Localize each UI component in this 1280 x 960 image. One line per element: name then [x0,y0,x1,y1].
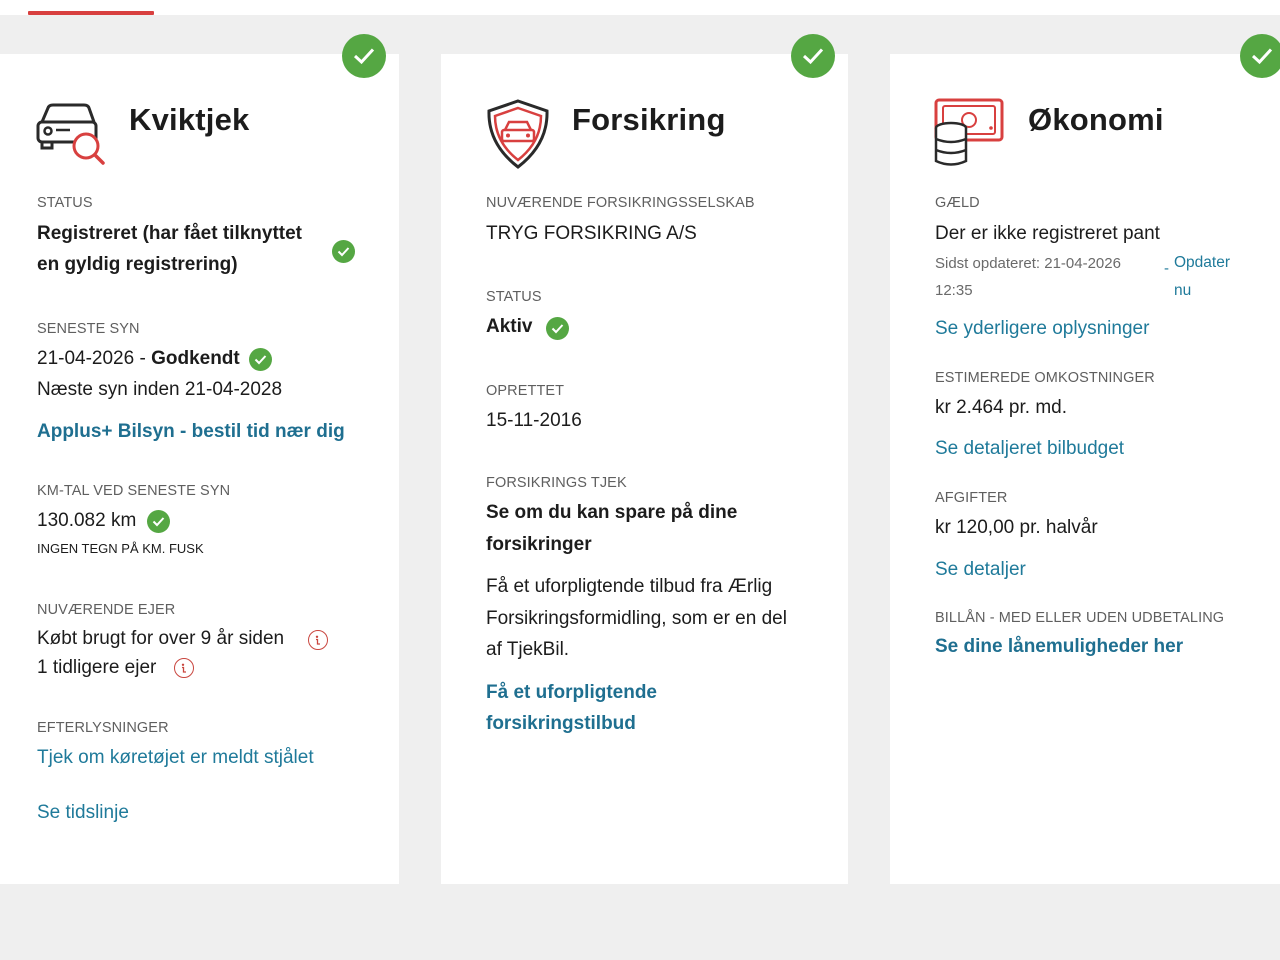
kviktjek-card: Kviktjek STATUS Registreret (har fået ti… [0,54,399,884]
km-label: KM-TAL VED SENESTE SYN [37,483,231,499]
km-value: 130.082 km [37,510,137,531]
last-updated-line1: Sidst opdateret: 21-04-2026 [935,255,1121,272]
insurance-check-title-line2: forsikringer [486,534,592,555]
card-complete-check-icon [791,34,835,78]
inspection-date: 21-04-2026 - [37,348,152,369]
money-coins-icon [934,98,1004,166]
more-info-link[interactable]: Se yderligere oplysninger [935,318,1149,340]
update-separator: - [1164,260,1169,277]
card-title: Forsikring [572,102,726,137]
shield-car-icon [487,99,549,169]
debt-label: GÆLD [935,195,980,211]
info-icon[interactable] [308,630,328,650]
check-icon [147,510,170,533]
card-title: Økonomi [1028,102,1164,137]
offer-text-line2: Forsikringsformidling, som er en del [486,608,787,629]
insurance-check-title-line1: Se om du kan spare på dine [486,502,738,523]
top-nav-bar [0,0,1280,15]
insurance-check-label: FORSIKRINGS TJEK [486,475,627,491]
active-tab-indicator [28,11,154,15]
info-icon[interactable] [174,658,194,678]
applus-booking-link[interactable]: Applus+ Bilsyn - bestil tid nær dig [37,421,345,443]
loan-options-link[interactable]: Se dine lånemuligheder her [935,636,1183,658]
forsikring-card: Forsikring NUVÆRENDE FORSIKRINGSSELSKAB … [441,54,848,884]
fees-value: kr 120,00 pr. halvår [935,517,1098,538]
last-updated-line2: 12:35 [935,282,973,299]
status-value-line2: en gyldig registrering) [37,254,238,275]
company-label: NUVÆRENDE FORSIKRINGSSELSKAB [486,195,755,211]
inspection-result: Godkendt [151,348,240,369]
check-icon [546,317,569,340]
card-complete-check-icon [342,34,386,78]
offer-text-line1: Få et uforpligtende tilbud fra Ærlig [486,576,773,597]
check-icon [249,348,272,371]
next-inspection: Næste syn inden 21-04-2028 [37,379,283,400]
fees-details-link[interactable]: Se detaljer [935,559,1026,581]
card-title: Kviktjek [129,102,250,137]
update-now-link-line2[interactable]: nu [1174,282,1191,300]
stolen-check-link[interactable]: Tjek om køretøjet er meldt stjålet [37,747,314,769]
car-budget-link[interactable]: Se detaljeret bilbudget [935,438,1124,460]
created-label: OPRETTET [486,383,565,399]
okonomi-card: Økonomi GÆLD Der er ikke registreret pan… [890,54,1280,884]
status-label: STATUS [486,289,542,305]
company-value: TRYG FORSIKRING A/S [486,223,697,244]
card-complete-check-icon [1240,34,1280,78]
status-value-line1: Registreret (har fået tilknyttet [37,223,303,244]
status-value: Aktiv [486,316,533,337]
created-value: 15-11-2016 [486,410,582,431]
inspection-label: SENESTE SYN [37,321,140,337]
owner-label: NUVÆRENDE EJER [37,602,176,618]
insurance-offer-link-line2[interactable]: forsikringstilbud [486,713,636,735]
insurance-offer-link-line1[interactable]: Få et uforpligtende [486,682,657,704]
update-now-link-line1[interactable]: Opdater [1174,254,1230,272]
costs-label: ESTIMEREDE OMKOSTNINGER [935,370,1155,386]
inspection-value: 21-04-2026 - Godkendt [37,348,240,370]
debt-value: Der er ikke registreret pant [935,223,1160,244]
km-note: INGEN TEGN PÅ KM. FUSK [37,541,204,556]
owner-bought: Købt brugt for over 9 år siden [37,628,285,649]
wanted-label: EFTERLYSNINGER [37,720,169,736]
fees-label: AFGIFTER [935,490,1008,506]
costs-value: kr 2.464 pr. md. [935,397,1068,418]
status-label: STATUS [37,195,93,211]
owner-previous: 1 tidligere ejer [37,657,157,678]
check-icon [332,240,355,263]
timeline-link[interactable]: Se tidslinje [37,802,129,824]
offer-text-line3: af TjekBil. [486,639,570,660]
car-search-icon [36,103,105,165]
loan-label: BILLÅN - MED ELLER UDEN UDBETALING [935,610,1225,626]
